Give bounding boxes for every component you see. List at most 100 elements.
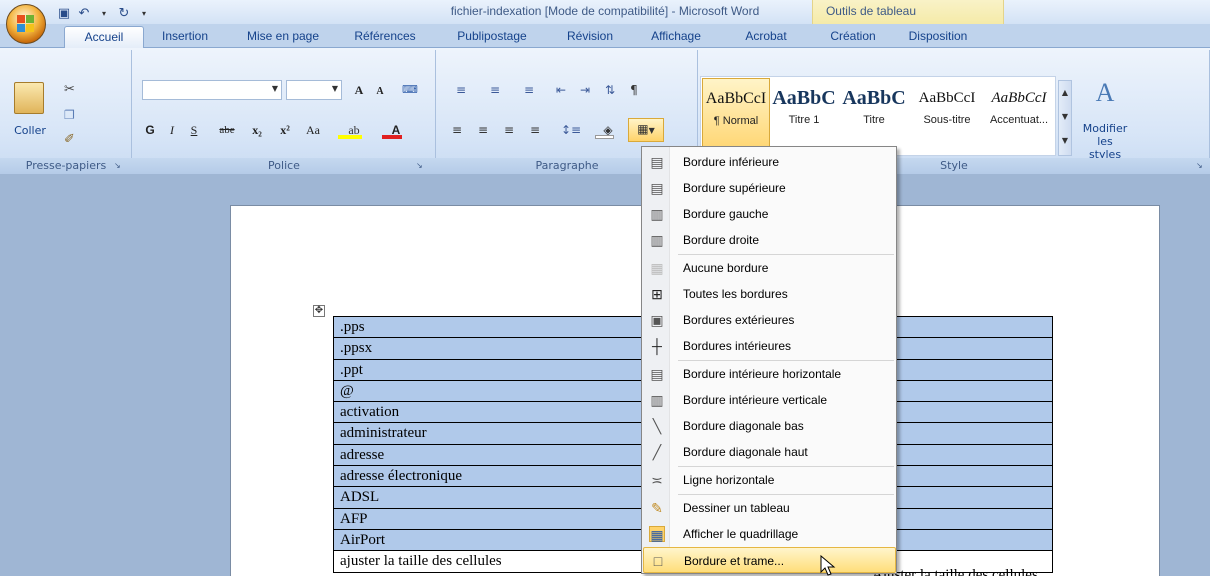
tab-publipostage[interactable]: Publipostage (446, 26, 538, 48)
multilevel-list-icon[interactable]: ≡ (514, 80, 544, 100)
menu-item-label: Bordure et trame... (684, 554, 785, 568)
undo-icon[interactable]: ↶ (76, 6, 92, 22)
sort-icon[interactable]: ⇅ (600, 80, 620, 100)
chevron-down-icon: ▼ (648, 126, 655, 135)
font-color-icon[interactable]: A (378, 120, 414, 140)
change-styles-button[interactable]: Modifier les styles (1080, 122, 1130, 161)
change-case-button[interactable]: Aa (300, 120, 326, 140)
office-button[interactable] (6, 4, 46, 44)
tab-acrobat[interactable]: Acrobat (736, 26, 796, 48)
style-normal-label: ¶ Normal (713, 115, 759, 127)
style-titre1-label: Titre 1 (788, 114, 820, 126)
justify-icon[interactable]: ≡ (524, 120, 546, 140)
styles-launcher-icon[interactable]: ↘ (1196, 161, 1206, 171)
line-spacing-icon[interactable]: ↕≡ (556, 120, 586, 140)
menu-item-label: Ligne horizontale (683, 473, 775, 487)
highlight-color-icon[interactable]: ab (336, 120, 372, 140)
change-styles-icon[interactable]: A (1090, 78, 1120, 108)
cut-icon[interactable]: ✂ (64, 82, 75, 97)
border-top-icon: ▤ (650, 180, 664, 196)
menu-item-bordure-diagonale-haut[interactable]: ╱ Bordure diagonale haut (643, 439, 896, 465)
tab-accueil[interactable]: Accueil (64, 26, 144, 49)
menu-item-label: Toutes les bordures (683, 287, 788, 301)
customize-qat-icon[interactable]: ▾ (136, 6, 152, 22)
copy-icon[interactable]: ❐ (64, 108, 75, 122)
shading-icon[interactable]: ◈ (592, 120, 624, 140)
clear-formatting-icon[interactable]: ⌨ (398, 80, 422, 100)
font-group (132, 50, 436, 173)
menu-item-label: Bordure supérieure (683, 181, 786, 195)
grow-font-button[interactable]: A (348, 80, 370, 100)
inside-borders-icon: ┼ (652, 338, 662, 354)
align-left-icon[interactable]: ≡ (446, 120, 468, 140)
tab-insertion[interactable]: Insertion (150, 26, 220, 48)
show-formatting-marks-icon[interactable]: ¶ (624, 80, 644, 100)
bold-button[interactable]: G (140, 120, 160, 140)
table-move-handle-icon[interactable]: ✥ (313, 305, 325, 317)
window-title: fichier-indexation [Mode de compatibilit… (450, 4, 760, 18)
style-titre-label: Titre (863, 114, 885, 126)
menu-item-label: Bordure gauche (683, 207, 769, 221)
quick-access-toolbar: ▣ ↶ ▾ ↻ ▾ (56, 5, 152, 23)
border-left-icon: ▥ (650, 206, 664, 222)
style-sous-titre[interactable]: AaBbCcI Sous-titre (912, 78, 982, 158)
menu-item-label: Bordure inférieure (683, 155, 780, 169)
paste-button[interactable]: Coller (6, 124, 54, 137)
menu-item-bordure-inferieure[interactable]: ▤ Bordure inférieure (643, 149, 896, 175)
menu-item-bordure-interieure-horizontale[interactable]: ▤ Bordure intérieure horizontale (643, 361, 896, 387)
menu-item-bordure-gauche[interactable]: ▥ Bordure gauche (643, 201, 896, 227)
shrink-font-button[interactable]: A (370, 82, 390, 102)
superscript-button[interactable]: x² (272, 120, 298, 140)
paste-icon[interactable] (14, 82, 44, 114)
style-accentuation[interactable]: AaBbCcI Accentuat... (984, 78, 1054, 158)
menu-item-dessiner-un-tableau[interactable]: ✎ Dessiner un tableau (643, 495, 896, 521)
horizontal-line-icon: ≍ (651, 472, 663, 488)
font-size-combo[interactable]: ▼ (286, 80, 342, 100)
chevron-down-icon: ▼ (331, 84, 338, 93)
bullets-icon[interactable]: ≡ (446, 80, 476, 100)
align-center-icon[interactable]: ≡ (472, 120, 494, 140)
menu-item-bordure-superieure[interactable]: ▤ Bordure supérieure (643, 175, 896, 201)
menu-item-aucune-bordure[interactable]: ▦ Aucune bordure (643, 255, 896, 281)
menu-item-bordure-droite[interactable]: ▥ Bordure droite (643, 227, 896, 253)
tab-affichage[interactable]: Affichage (636, 26, 716, 48)
increase-indent-icon[interactable]: ⇥ (574, 80, 596, 100)
borders-shading-icon: □ (653, 553, 663, 569)
menu-item-bordure-et-trame[interactable]: □ Bordure et trame... (643, 547, 896, 573)
underline-button[interactable]: S (184, 120, 204, 140)
menu-item-ligne-horizontale[interactable]: ≍ Ligne horizontale (643, 467, 896, 493)
menu-item-bordures-exterieures[interactable]: ▣ Bordures extérieures (643, 307, 896, 333)
clipboard-launcher-icon[interactable]: ↘ (114, 161, 124, 171)
tab-revision[interactable]: Révision (552, 26, 628, 48)
style-sous-titre-label: Sous-titre (923, 114, 971, 126)
decrease-indent-icon[interactable]: ⇤ (550, 80, 572, 100)
borders-button[interactable]: ▦▼ (628, 118, 664, 142)
table-borders-icon: ▦ (637, 122, 649, 136)
menu-item-bordure-interieure-verticale[interactable]: ▥ Bordure intérieure verticale (643, 387, 896, 413)
menu-item-afficher-le-quadrillage[interactable]: ▦ Afficher le quadrillage (643, 521, 896, 547)
strikethrough-button[interactable]: abe (212, 120, 242, 140)
save-icon[interactable]: ▣ (56, 6, 72, 22)
italic-button[interactable]: I (162, 120, 182, 140)
tab-disposition[interactable]: Disposition (896, 26, 980, 48)
tab-mise-en-page[interactable]: Mise en page (238, 26, 328, 48)
styles-gallery-scroll[interactable]: ▲ ▼ ▼ (1058, 80, 1072, 156)
redo-icon[interactable]: ↻ (116, 6, 132, 22)
font-name-combo[interactable]: ▼ (142, 80, 282, 100)
style-accentuation-preview: AaBbCcI (991, 90, 1047, 106)
inside-vertical-border-icon: ▥ (650, 392, 664, 408)
subscript-button[interactable]: x₂ (244, 120, 270, 140)
tab-references[interactable]: Références (340, 26, 430, 48)
tab-creation[interactable]: Création (818, 26, 888, 48)
align-right-icon[interactable]: ≡ (498, 120, 520, 140)
menu-item-toutes-les-bordures[interactable]: ⊞ Toutes les bordures (643, 281, 896, 307)
numbering-icon[interactable]: ≡ (480, 80, 510, 100)
undo-dropdown-icon[interactable]: ▾ (96, 6, 112, 22)
style-titre1-preview: AaBbC (772, 87, 836, 109)
style-accentuation-label: Accentuat... (989, 114, 1049, 126)
menu-item-bordure-diagonale-bas[interactable]: ╲ Bordure diagonale bas (643, 413, 896, 439)
font-launcher-icon[interactable]: ↘ (416, 161, 426, 171)
diagonal-down-border-icon: ╲ (652, 418, 662, 434)
format-painter-icon[interactable]: ✐ (64, 132, 75, 147)
menu-item-bordures-interieures[interactable]: ┼ Bordures intérieures (643, 333, 896, 359)
